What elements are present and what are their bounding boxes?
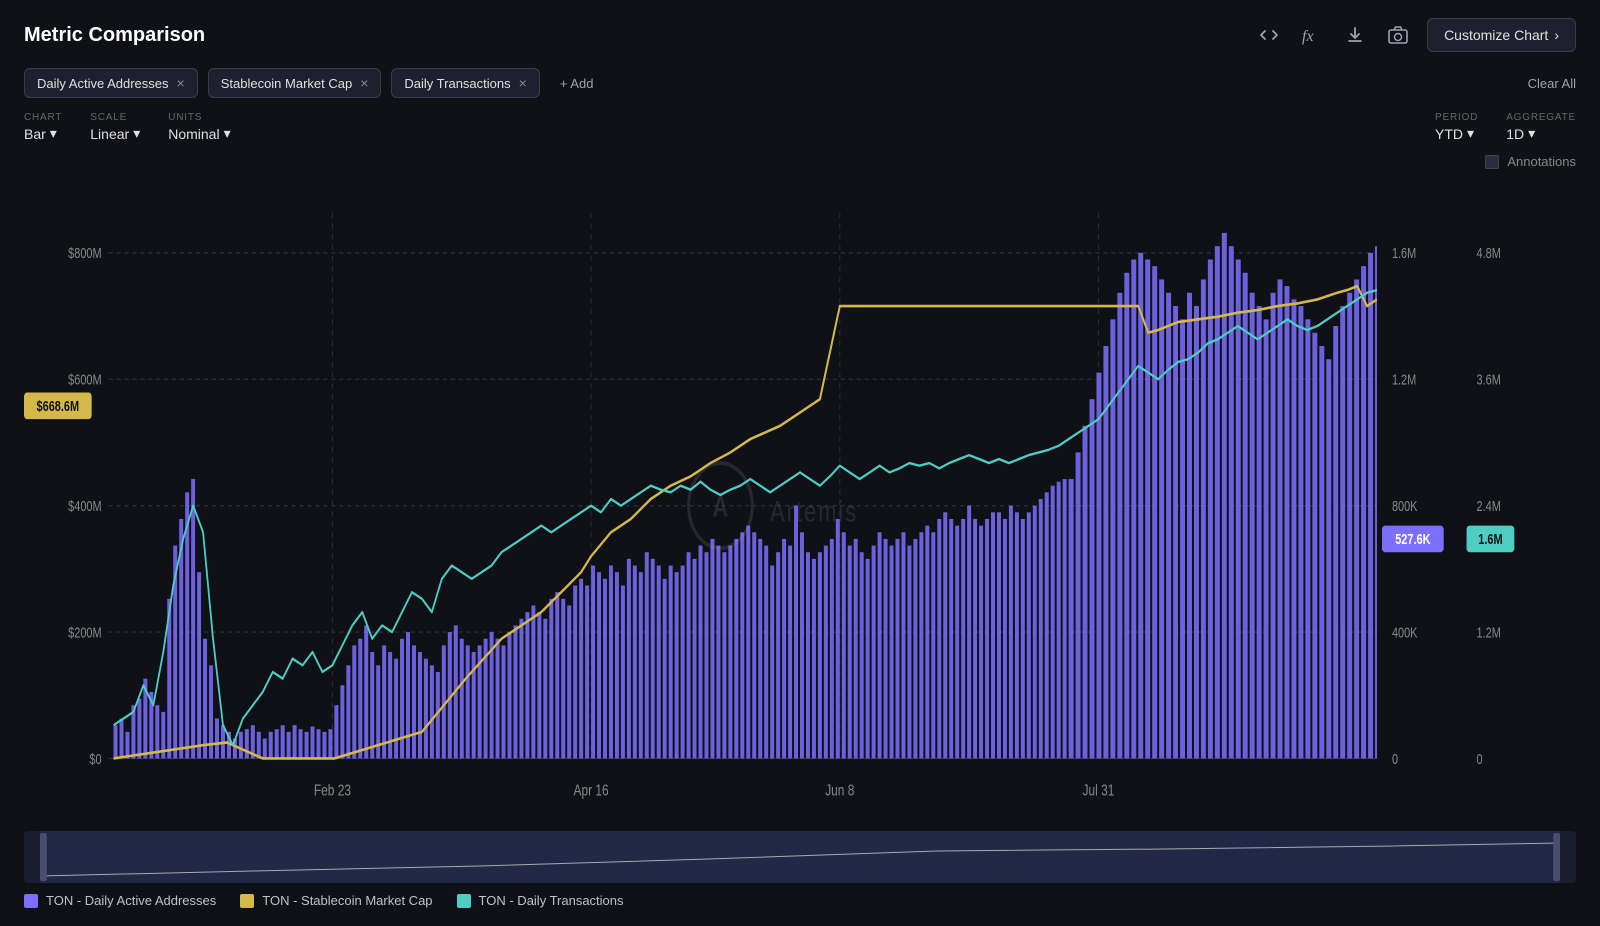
svg-text:1.6M: 1.6M [1392, 245, 1416, 262]
units-chevron: ▾ [224, 125, 231, 142]
svg-text:$200M: $200M [68, 624, 101, 641]
period-chevron: ▾ [1467, 125, 1474, 142]
tag-smc-close[interactable]: × [360, 75, 368, 91]
legend-row: TON - Daily Active Addresses TON - Stabl… [24, 893, 1576, 908]
customize-chart-button[interactable]: Customize Chart › [1427, 18, 1576, 52]
chart-select[interactable]: Bar ▾ [24, 125, 62, 142]
svg-text:0: 0 [1392, 750, 1398, 767]
legend-item-dt: TON - Daily Transactions [457, 893, 624, 908]
formula-icon-btn[interactable]: fx [1297, 21, 1327, 49]
annotations-row: Annotations [24, 154, 1576, 169]
svg-text:$800M: $800M [68, 245, 101, 262]
tag-smc: Stablecoin Market Cap × [208, 68, 382, 98]
header-icons: fx Customize Chart › [1255, 18, 1576, 52]
svg-text:0: 0 [1477, 750, 1483, 767]
legend-swatch-dt [457, 894, 471, 908]
main-chart-svg: $800M $600M $400M $200M $0 1.6M 1.2M 800… [24, 173, 1576, 825]
customize-chart-label: Customize Chart [1444, 27, 1548, 43]
tag-smc-label: Stablecoin Market Cap [221, 76, 353, 91]
annotations-label: Annotations [1507, 154, 1576, 169]
svg-text:2.4M: 2.4M [1477, 497, 1501, 514]
tags-left: Daily Active Addresses × Stablecoin Mark… [24, 68, 603, 98]
formula-icon: fx [1301, 25, 1323, 45]
add-metric-button[interactable]: + Add [550, 70, 604, 97]
code-icon [1259, 25, 1279, 45]
download-icon [1345, 25, 1365, 45]
tag-daa: Daily Active Addresses × [24, 68, 198, 98]
svg-text:3.6M: 3.6M [1477, 371, 1501, 388]
period-select[interactable]: YTD ▾ [1435, 125, 1478, 142]
period-value: YTD [1435, 126, 1463, 142]
header-row: Metric Comparison fx [24, 18, 1576, 52]
legend-swatch-smc [240, 894, 254, 908]
chart-label: CHART [24, 112, 62, 123]
chart-chevron: ▾ [50, 125, 57, 142]
svg-text:$668.6M: $668.6M [37, 398, 80, 415]
tag-dt-label: Daily Transactions [404, 76, 510, 91]
legend-swatch-daa [24, 894, 38, 908]
svg-text:Artemis: Artemis [770, 497, 858, 529]
svg-text:800K: 800K [1392, 497, 1418, 514]
scale-control: SCALE Linear ▾ [90, 112, 140, 142]
svg-text:fx: fx [1302, 28, 1314, 45]
svg-text:$600M: $600M [68, 371, 101, 388]
svg-text:$400M: $400M [68, 497, 101, 514]
annotations-checkbox[interactable] [1485, 155, 1499, 169]
aggregate-chevron: ▾ [1528, 125, 1535, 142]
minimap-svg [24, 831, 1576, 883]
scale-value: Linear [90, 126, 129, 142]
tag-daa-close[interactable]: × [177, 75, 185, 91]
svg-text:Feb 23: Feb 23 [314, 781, 351, 799]
legend-item-daa: TON - Daily Active Addresses [24, 893, 216, 908]
chart-svg-container: $800M $600M $400M $200M $0 1.6M 1.2M 800… [24, 173, 1576, 825]
legend-item-smc: TON - Stablecoin Market Cap [240, 893, 432, 908]
svg-text:1.2M: 1.2M [1477, 624, 1501, 641]
legend-label-dt: TON - Daily Transactions [479, 893, 624, 908]
svg-text:A: A [713, 491, 729, 523]
chart-area: $800M $600M $400M $200M $0 1.6M 1.2M 800… [24, 173, 1576, 908]
period-control: PERIOD YTD ▾ [1435, 112, 1478, 142]
tags-row: Daily Active Addresses × Stablecoin Mark… [24, 68, 1576, 98]
scale-chevron: ▾ [133, 125, 140, 142]
page-title: Metric Comparison [24, 24, 205, 47]
tag-dt: Daily Transactions × [391, 68, 539, 98]
chart-control: CHART Bar ▾ [24, 112, 62, 142]
aggregate-value: 1D [1506, 126, 1524, 142]
aggregate-label: AGGREGATE [1506, 112, 1576, 123]
controls-right: PERIOD YTD ▾ AGGREGATE 1D ▾ [1435, 112, 1576, 142]
svg-text:Jun 8: Jun 8 [825, 781, 854, 799]
svg-text:Jul 31: Jul 31 [1083, 781, 1115, 799]
scale-select[interactable]: Linear ▾ [90, 125, 140, 142]
units-select[interactable]: Nominal ▾ [168, 125, 230, 142]
clear-all-button[interactable]: Clear All [1528, 76, 1576, 91]
svg-text:1.2M: 1.2M [1392, 371, 1416, 388]
svg-text:4.8M: 4.8M [1477, 245, 1501, 262]
svg-text:1.6M: 1.6M [1478, 531, 1502, 548]
svg-text:400K: 400K [1392, 624, 1418, 641]
controls-row: CHART Bar ▾ SCALE Linear ▾ UNITS Nominal… [24, 112, 1576, 142]
chart-value: Bar [24, 126, 46, 142]
customize-chevron-icon: › [1554, 27, 1559, 43]
units-label: UNITS [168, 112, 230, 123]
tag-daa-label: Daily Active Addresses [37, 76, 169, 91]
scale-label: SCALE [90, 112, 140, 123]
aggregate-select[interactable]: 1D ▾ [1506, 125, 1576, 142]
camera-icon [1387, 25, 1409, 45]
download-icon-btn[interactable] [1341, 21, 1369, 49]
tag-dt-close[interactable]: × [519, 75, 527, 91]
legend-label-smc: TON - Stablecoin Market Cap [262, 893, 432, 908]
code-icon-btn[interactable] [1255, 21, 1283, 49]
units-control: UNITS Nominal ▾ [168, 112, 230, 142]
minimap[interactable] [24, 831, 1576, 883]
camera-icon-btn[interactable] [1383, 21, 1413, 49]
svg-text:527.6K: 527.6K [1395, 531, 1431, 548]
legend-label-daa: TON - Daily Active Addresses [46, 893, 216, 908]
svg-text:$0: $0 [89, 750, 101, 767]
svg-text:Apr 16: Apr 16 [574, 781, 609, 799]
units-value: Nominal [168, 126, 219, 142]
aggregate-control: AGGREGATE 1D ▾ [1506, 112, 1576, 142]
period-label: PERIOD [1435, 112, 1478, 123]
